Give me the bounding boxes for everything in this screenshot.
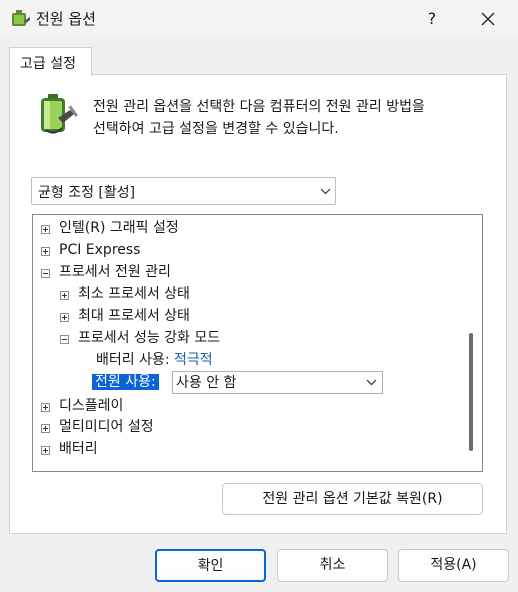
battery-setting-value[interactable]: 적극적 — [174, 352, 213, 368]
tree-item-label: 프로세서 전원 관리 — [59, 264, 171, 280]
tree-item-label: PCI Express — [59, 242, 141, 258]
help-button[interactable]: ? — [412, 2, 452, 36]
battery-setting-row[interactable]: 배터리 사용: 적극적 — [96, 349, 213, 371]
scrollbar-thumb[interactable] — [469, 333, 473, 451]
expand-icon[interactable] — [60, 313, 69, 322]
ac-setting-label: 전원 사용: — [92, 374, 159, 390]
tree-item-label: 인텔(R) 그래픽 설정 — [59, 220, 179, 236]
expand-icon[interactable] — [41, 225, 50, 234]
tree-item-label: 디스플레이 — [59, 398, 124, 414]
tree-item-label: 최대 프로세서 상태 — [78, 308, 190, 324]
collapse-icon[interactable] — [41, 269, 50, 278]
power-plan-select[interactable]: 균형 조정 [활성] — [31, 177, 336, 205]
description-text: 전원 관리 옵션을 선택한 다음 컴퓨터의 전원 관리 방법을 선택하여 고급 … — [93, 96, 493, 140]
tree-item-label: 프로세서 성능 강화 모드 — [78, 330, 221, 346]
restore-defaults-button[interactable]: 전원 관리 옵션 기본값 복원(R) — [222, 483, 483, 515]
chevron-down-icon — [366, 379, 377, 386]
tree-item-label: 최소 프로세서 상태 — [78, 286, 190, 302]
description-line-1: 전원 관리 옵션을 선택한 다음 컴퓨터의 전원 관리 방법을 — [93, 99, 425, 115]
close-button[interactable] — [466, 2, 510, 36]
ac-setting-row[interactable]: 전원 사용: — [92, 371, 159, 393]
window-title: 전원 옵션 — [36, 10, 96, 28]
battery-plug-icon — [41, 94, 78, 134]
cancel-button[interactable]: 취소 — [277, 549, 388, 582]
battery-setting-label: 배터리 사용: — [96, 352, 170, 368]
tab-label: 고급 설정 — [20, 56, 76, 72]
chevron-down-icon — [320, 188, 331, 195]
expand-icon[interactable] — [41, 446, 50, 455]
ac-setting-select[interactable]: 사용 안 함 — [172, 371, 383, 394]
expand-icon[interactable] — [41, 247, 50, 256]
apply-button[interactable]: 적용(A) — [398, 549, 509, 582]
settings-tree[interactable]: 인텔(R) 그래픽 설정 PCI Express 프로세서 전원 관리 최소 프… — [32, 214, 483, 472]
power-plan-value: 균형 조정 [활성] — [38, 185, 136, 201]
collapse-icon[interactable] — [60, 335, 69, 344]
close-icon — [481, 12, 495, 26]
ok-button[interactable]: 확인 — [155, 549, 266, 582]
tree-item-label: 배터리 — [59, 441, 98, 457]
expand-icon[interactable] — [41, 424, 50, 433]
vertical-scrollbar[interactable] — [464, 216, 482, 470]
expand-icon[interactable] — [41, 403, 50, 412]
description-line-2: 선택하여 고급 설정을 변경할 수 있습니다. — [93, 121, 339, 137]
tab-advanced-settings[interactable]: 고급 설정 — [9, 47, 92, 76]
ac-setting-value: 사용 안 함 — [176, 375, 237, 391]
tree-item-label: 멀티미디어 설정 — [59, 419, 154, 435]
power-options-icon — [12, 10, 30, 26]
expand-icon[interactable] — [60, 291, 69, 300]
